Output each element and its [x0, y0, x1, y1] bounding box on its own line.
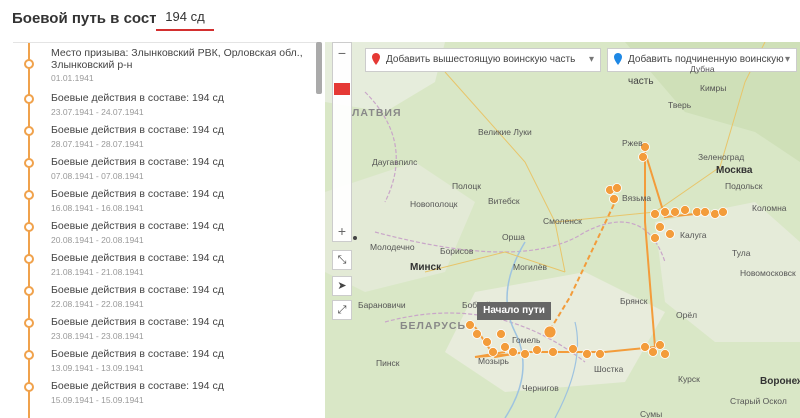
- map-label: Кимры: [700, 83, 727, 93]
- timeline-text: Место призыва: Злынковский РВК, Орловска…: [51, 47, 303, 71]
- map-label: ЛАТВИЯ: [352, 107, 402, 119]
- zoom-out-button[interactable]: −: [333, 43, 351, 63]
- timeline-dot: [24, 190, 34, 200]
- map-label: Пинск: [376, 358, 400, 368]
- chevron-down-icon: ▾: [784, 54, 790, 65]
- map-label: БЕЛАРУСЬ: [400, 320, 467, 332]
- timeline-dot: [24, 59, 34, 69]
- timeline-text: Боевые действия в составе: 194 сд: [51, 348, 224, 360]
- timeline: Место призыва: Злынковский РВК, Орловска…: [13, 42, 319, 418]
- timeline-date: 21.08.1941 - 21.08.1941: [51, 267, 144, 277]
- timeline-dot: [24, 286, 34, 296]
- timeline-text: Боевые действия в составе: 194 сд: [51, 380, 224, 392]
- map-label: Новополоцк: [410, 199, 458, 209]
- timeline-text: Боевые действия в составе: 194 сд: [51, 284, 224, 296]
- chevron-down-icon: ▾: [588, 54, 594, 65]
- map-label: Витебск: [488, 196, 520, 206]
- map-label: Старый Оскол: [730, 396, 787, 406]
- map-label: Молодечно: [370, 242, 415, 252]
- map-label: Калуга: [680, 230, 707, 240]
- start-of-path-label: Начало пути: [477, 302, 551, 320]
- timeline-dot: [24, 382, 34, 392]
- timeline-text: Боевые действия в составе: 194 сд: [51, 316, 224, 328]
- map-label: Вязьма: [622, 193, 652, 203]
- map-label: Зеленоград: [698, 152, 745, 162]
- timeline-date: 20.08.1941 - 20.08.1941: [51, 235, 144, 245]
- map-label: Могилёв: [513, 262, 547, 272]
- timeline-dot: [24, 254, 34, 264]
- zoom-control[interactable]: − +: [332, 42, 352, 242]
- map-label: Коломна: [752, 203, 787, 213]
- fullscreen-icon[interactable]: ⤢: [332, 300, 352, 320]
- timeline-date: 13.09.1941 - 13.09.1941: [51, 363, 144, 373]
- timeline-text: Боевые действия в составе: 194 сд: [51, 92, 224, 104]
- map-label: Сумы: [640, 409, 663, 418]
- timeline-date: 28.07.1941 - 28.07.1941: [51, 139, 144, 149]
- map-label: Орёл: [676, 310, 698, 320]
- blue-pin-icon: [614, 53, 622, 65]
- map-label: Воронеж: [760, 376, 800, 387]
- parent-unit-dropdown[interactable]: Добавить вышестоящую воинскую часть ▾: [365, 48, 601, 72]
- timeline-dot: [24, 350, 34, 360]
- timeline-dot: [24, 318, 34, 328]
- map-label: Москва: [716, 165, 753, 176]
- map-label: Орша: [502, 232, 525, 242]
- map-label: Великие Луки: [478, 127, 532, 137]
- timeline-dot: [24, 222, 34, 232]
- timeline-date: 23.07.1941 - 24.07.1941: [51, 107, 144, 117]
- map-label: Гомель: [512, 335, 541, 345]
- map-label: Шостка: [594, 364, 624, 374]
- map-label: Ржев: [622, 138, 643, 148]
- map-label: Борисов: [440, 246, 474, 256]
- timeline-date: 07.08.1941 - 07.08.1941: [51, 171, 144, 181]
- unit-selector[interactable]: 194 сд: [156, 4, 214, 31]
- zoom-level-indicator: [334, 83, 350, 95]
- map-label: Смоленск: [543, 216, 582, 226]
- timeline-text: Боевые действия в составе: 194 сд: [51, 156, 224, 168]
- timeline-date: 01.01.1941: [51, 73, 94, 83]
- timeline-text: Боевые действия в составе: 194 сд: [51, 124, 224, 136]
- map-label: Барановичи: [358, 300, 406, 310]
- red-pin-icon: [372, 53, 380, 65]
- timeline-dot: [24, 126, 34, 136]
- timeline-text: Боевые действия в составе: 194 сд: [51, 188, 224, 200]
- timeline-date: 16.08.1941 - 16.08.1941: [51, 203, 144, 213]
- map-label: Тула: [732, 248, 751, 258]
- map-label: Брянск: [620, 296, 648, 306]
- map-label: Минск: [410, 262, 442, 273]
- map-label: Чернигов: [522, 383, 559, 393]
- timeline-text: Боевые действия в составе: 194 сд: [51, 220, 224, 232]
- map-label: Курск: [678, 374, 700, 384]
- map-label: Новомосковск: [740, 268, 796, 278]
- header: Боевой путь в составе: 194 сд: [0, 0, 800, 40]
- map-label: Дубна: [690, 64, 715, 74]
- map-label: Даугавпилс: [372, 157, 418, 167]
- map-label: Подольск: [725, 181, 763, 191]
- timeline-date: 22.08.1941 - 22.08.1941: [51, 299, 144, 309]
- locate-icon[interactable]: ➤: [332, 276, 352, 296]
- timeline-scrollbar[interactable]: [316, 42, 322, 94]
- parent-unit-label: Добавить вышестоящую воинскую часть: [386, 54, 576, 65]
- timeline-dot: [24, 158, 34, 168]
- map-label: Полоцк: [452, 181, 482, 191]
- expand-icon[interactable]: ⤡: [332, 250, 352, 270]
- timeline-dot: [24, 94, 34, 104]
- timeline-date: 15.09.1941 - 15.09.1941: [51, 395, 144, 405]
- zoom-in-button[interactable]: +: [333, 221, 351, 241]
- timeline-date: 23.08.1941 - 23.08.1941: [51, 331, 144, 341]
- map-label: Тверь: [668, 100, 692, 110]
- timeline-text: Боевые действия в составе: 194 сд: [51, 252, 224, 264]
- map-label: Мозырь: [478, 356, 509, 366]
